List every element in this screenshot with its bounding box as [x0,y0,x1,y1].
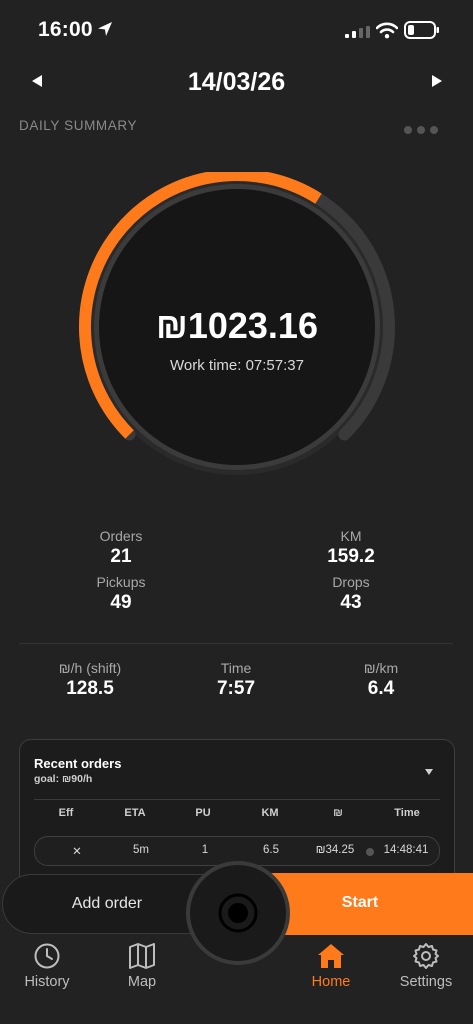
tab-home[interactable]: Home [286,940,376,1010]
column-header-km: KM [261,807,279,819]
row-time: 14:48:41 [383,844,429,856]
row-pu: 1 [201,844,209,856]
per-hour-label: ₪/h (shift) [58,660,122,676]
row-amount: ₪34.25 [315,844,355,856]
wifi-icon [376,22,398,39]
pickups-label: Pickups [96,574,146,590]
column-header-amount: ₪ [333,807,343,819]
tab-history[interactable]: History [2,940,92,1010]
home-icon [318,944,344,968]
column-header-eff: Eff [58,807,74,819]
tab-home-label: Home [311,974,351,990]
per-km-label: ₪/km [363,660,399,676]
record-icon [218,893,258,933]
tab-history-label: History [24,974,70,990]
card-separator [34,799,440,800]
row-km: 6.5 [263,844,279,856]
time-label: Time [220,660,252,676]
stats-divider [19,643,453,644]
date-label: 14/03/26 [187,68,286,96]
center-record-button[interactable] [186,861,290,965]
map-icon [129,943,155,969]
clock-icon [34,943,60,969]
more-options-button[interactable] [404,121,444,134]
earnings-total: ₪1023.16 [156,305,318,346]
orders-label: Orders [99,528,143,544]
row-eta: 5m [133,844,149,856]
km-value: 159.2 [327,546,375,567]
status-time: 16:00 [38,18,93,41]
collapse-toggle-icon[interactable] [424,768,434,776]
per-hour-value: 128.5 [66,678,114,699]
drops-value: 43 [340,592,362,613]
pickups-value: 49 [110,592,132,613]
km-label: KM [340,528,362,544]
per-km-value: 6.4 [367,678,395,699]
cellular-signal-icon [345,26,370,38]
tab-settings[interactable]: Settings [381,940,471,1010]
location-arrow-icon [98,22,112,36]
column-header-pu: PU [195,807,211,819]
tab-map[interactable]: Map [97,940,187,1010]
recent-orders-goal: goal: ₪90/h [34,773,93,785]
next-day-button[interactable] [430,73,444,89]
work-time: Work time: 07:57:37 [170,357,304,374]
time-value: 7:57 [216,678,256,699]
row-status-dot [366,848,374,856]
tab-settings-label: Settings [399,974,453,990]
daily-summary-title: DAILY SUMMARY [19,118,138,133]
start-label: Start [341,894,379,911]
column-header-time: Time [394,807,420,819]
column-header-eta: ETA [124,807,146,819]
battery-icon [404,21,439,39]
drops-label: Drops [332,574,370,590]
tab-map-label: Map [127,974,157,990]
orders-value: 21 [110,546,132,567]
gear-icon [413,943,439,969]
recent-orders-title: Recent orders [34,756,122,771]
row-eff: ✕ [72,846,82,858]
add-order-label: Add order [71,895,143,912]
